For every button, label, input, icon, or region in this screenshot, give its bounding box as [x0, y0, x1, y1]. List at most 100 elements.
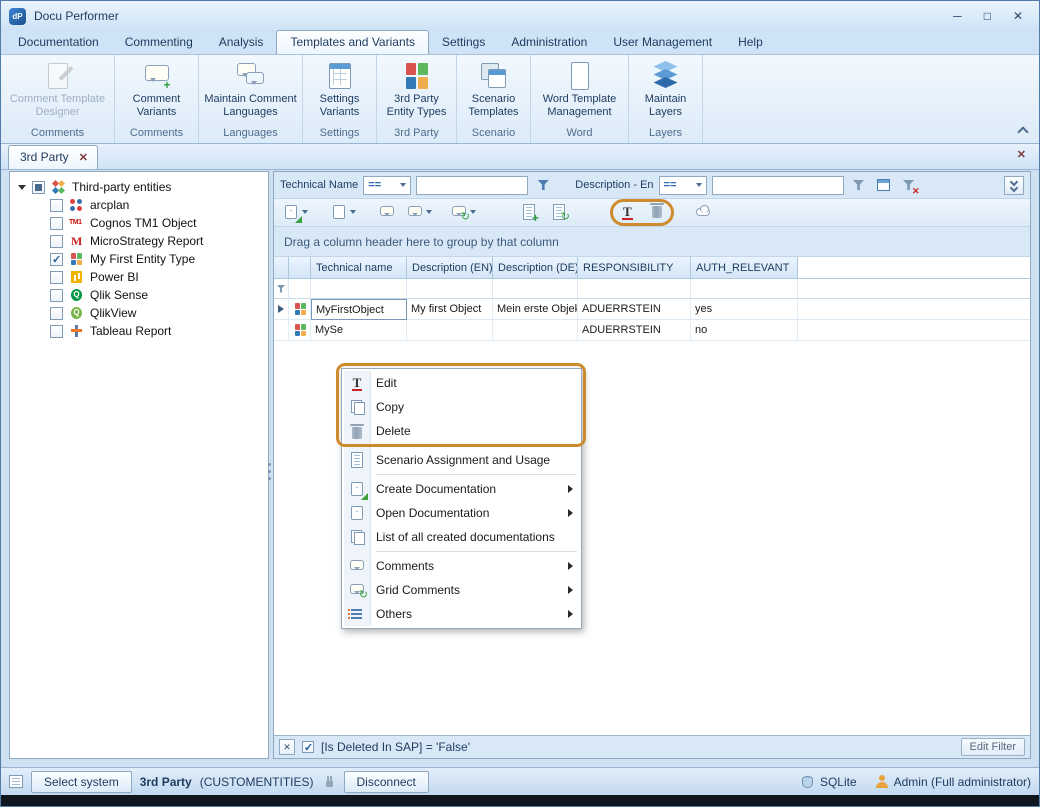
menu-item-scenario-assignment[interactable]: Scenario Assignment and Usage — [344, 448, 579, 472]
cell-description-de[interactable] — [493, 320, 578, 341]
create-documentation-button[interactable] — [282, 203, 308, 221]
tab-settings[interactable]: Settings — [429, 31, 498, 54]
word-template-management-button[interactable]: Word Template Management — [531, 57, 628, 124]
technical-name-operator-combo[interactable]: == — [363, 176, 411, 195]
checkbox[interactable] — [50, 325, 63, 338]
tree-item-arcplan[interactable]: arcplan — [14, 196, 264, 214]
cell-description-en[interactable] — [407, 320, 493, 341]
cell-description-de[interactable]: Mein erste Objekt — [493, 299, 578, 320]
tab-help[interactable]: Help — [725, 31, 776, 54]
filter-enabled-checkbox[interactable] — [302, 741, 314, 753]
tree-expand-icon[interactable] — [18, 185, 26, 190]
tree-root[interactable]: Third-party entities — [14, 178, 264, 196]
cloud-comment-button[interactable] — [694, 203, 712, 221]
checkbox[interactable] — [50, 217, 63, 230]
checkbox[interactable] — [50, 289, 63, 302]
tree-item-my-first-entity-type[interactable]: My First Entity Type — [14, 250, 264, 268]
new-entity-button[interactable]: + — [520, 203, 538, 221]
apply-filter-button[interactable] — [533, 176, 553, 195]
column-header-description-en[interactable]: Description (EN) — [407, 257, 493, 279]
menu-item-create-documentation[interactable]: Create Documentation — [344, 477, 579, 501]
comment-template-designer-button[interactable]: Comment Template Designer — [1, 57, 114, 124]
tree-item-power-bi[interactable]: Power BI — [14, 268, 264, 286]
description-en-operator-combo[interactable]: == — [659, 176, 707, 195]
reassign-entity-button[interactable]: ↻ — [550, 203, 568, 221]
filter-cell[interactable] — [289, 279, 311, 299]
filter-cell-description-en[interactable] — [407, 279, 493, 299]
filter-cell-technical-name[interactable] — [311, 279, 407, 299]
cell-technical-name[interactable]: MyFirstObject — [311, 299, 407, 320]
tree-root-checkbox[interactable] — [32, 181, 45, 194]
tab-commenting[interactable]: Commenting — [112, 31, 206, 54]
disconnect-button[interactable]: Disconnect — [344, 771, 429, 793]
maximize-button[interactable]: □ — [984, 9, 991, 23]
menu-item-others[interactable]: Others — [344, 602, 579, 626]
comment-button[interactable] — [378, 203, 396, 221]
cell-description-en[interactable]: My first Object — [407, 299, 493, 320]
column-header-description-de[interactable]: Description (DE) — [493, 257, 578, 279]
comment-variants-button[interactable]: + Comment Variants — [115, 57, 198, 124]
technical-name-filter-input[interactable] — [416, 176, 528, 195]
select-system-button[interactable]: Select system — [31, 771, 132, 793]
doc-tab-3rd-party[interactable]: 3rd Party ✕ — [8, 145, 98, 169]
menu-item-list-documentations[interactable]: List of all created documentations — [344, 525, 579, 549]
grid-row-1[interactable]: MyFirstObject My first Object Mein erste… — [274, 299, 1030, 320]
cell-auth-relevant[interactable]: no — [691, 320, 798, 341]
menu-item-copy[interactable]: Copy — [344, 395, 579, 419]
column-header-technical-name[interactable]: Technical name — [311, 257, 407, 279]
cell-technical-name[interactable]: MySe — [311, 320, 407, 341]
menu-item-grid-comments[interactable]: ↻ Grid Comments — [344, 578, 579, 602]
refresh-comments-button[interactable]: ↻ — [450, 203, 476, 221]
settings-variants-button[interactable]: Settings Variants — [303, 57, 376, 124]
menu-item-open-documentation[interactable]: Open Documentation — [344, 501, 579, 525]
maintain-layers-button[interactable]: Maintain Layers — [629, 57, 702, 124]
grid-row-2[interactable]: MySe ADUERRSTEIN no — [274, 320, 1030, 341]
checkbox[interactable] — [50, 307, 63, 320]
edit-filter-button[interactable]: Edit Filter — [961, 738, 1025, 756]
checkbox[interactable] — [50, 235, 63, 248]
close-button[interactable]: ✕ — [1013, 9, 1023, 23]
expand-filter-button[interactable] — [1004, 176, 1024, 195]
description-en-filter-input[interactable] — [712, 176, 844, 195]
edit-entity-button[interactable] — [622, 205, 633, 220]
tab-analysis[interactable]: Analysis — [206, 31, 277, 54]
checkbox[interactable] — [50, 199, 63, 212]
cell-responsibility[interactable]: ADUERRSTEIN — [578, 299, 691, 320]
filter-expression[interactable]: [Is Deleted In SAP] = 'False' — [321, 740, 470, 754]
filter-cell-description-de[interactable] — [493, 279, 578, 299]
filter-close-button[interactable]: ✕ — [279, 739, 295, 755]
column-header-responsibility[interactable]: RESPONSIBILITY — [578, 257, 691, 279]
third-party-entity-types-button[interactable]: 3rd Party Entity Types — [377, 57, 456, 124]
tab-administration[interactable]: Administration — [498, 31, 600, 54]
tree-item-microstrategy[interactable]: MicroStrategy Report — [14, 232, 264, 250]
panel-splitter[interactable] — [267, 451, 272, 491]
minimize-button[interactable]: ─ — [953, 9, 962, 23]
tree-item-tableau[interactable]: Tableau Report — [14, 322, 264, 340]
tab-templates-and-variants[interactable]: Templates and Variants — [276, 30, 429, 54]
cell-auth-relevant[interactable]: yes — [691, 299, 798, 320]
menu-item-delete[interactable]: Delete — [344, 419, 579, 443]
clear-filter-button[interactable]: ✕ — [899, 176, 919, 195]
word-export-button[interactable] — [330, 203, 356, 221]
filter-button[interactable] — [849, 176, 869, 195]
checkbox[interactable] — [50, 253, 63, 266]
menu-item-comments[interactable]: Comments — [344, 554, 579, 578]
menu-item-edit[interactable]: Edit — [344, 371, 579, 395]
scenario-templates-button[interactable]: Scenario Templates — [457, 57, 530, 124]
ribbon-collapse-chevron-icon[interactable] — [1017, 126, 1028, 137]
tab-user-management[interactable]: User Management — [600, 31, 725, 54]
tree-item-cognos-tm1[interactable]: Cognos TM1 Object — [14, 214, 264, 232]
doc-tab-close-icon[interactable]: ✕ — [79, 151, 88, 164]
filter-panel-button[interactable] — [874, 176, 894, 195]
panel-close-icon[interactable]: ✕ — [1011, 148, 1032, 165]
tab-documentation[interactable]: Documentation — [5, 31, 112, 54]
group-by-panel[interactable]: Drag a column header here to group by th… — [274, 227, 1030, 257]
delete-entity-button[interactable] — [652, 203, 662, 218]
tree-item-qlik-sense[interactable]: Qlik Sense — [14, 286, 264, 304]
maintain-comment-languages-button[interactable]: Maintain Comment Languages — [199, 57, 302, 124]
checkbox[interactable] — [50, 271, 63, 284]
comments-menu-button[interactable] — [406, 203, 432, 221]
tree-item-qlikview[interactable]: QlikView — [14, 304, 264, 322]
cell-responsibility[interactable]: ADUERRSTEIN — [578, 320, 691, 341]
filter-cell-auth-relevant[interactable] — [691, 279, 798, 299]
